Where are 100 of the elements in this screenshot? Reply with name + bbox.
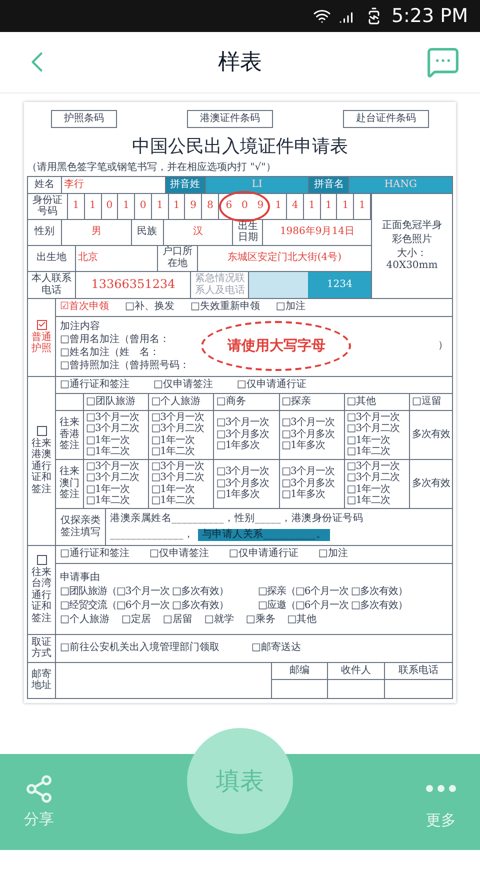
checkbox-option[interactable]: □团队旅游（□3个月一次 □多次有效） [60, 586, 250, 598]
checkbox[interactable] [36, 426, 46, 436]
checkbox-option[interactable]: □其他 [346, 396, 376, 408]
checkbox-option[interactable]: □通行证和签注 [60, 378, 130, 391]
id-digit: 1 [354, 194, 372, 219]
checkbox[interactable] [36, 554, 46, 565]
checkbox-option[interactable]: □曾持照加注（曾持照号码： [60, 360, 190, 372]
checkbox-option[interactable]: □3个月一次 [151, 460, 212, 472]
checkbox-option[interactable]: □个人旅游 [60, 614, 110, 626]
checkbox-option[interactable]: □1年多次 [216, 440, 277, 452]
checkbox-option[interactable]: □1年二次 [151, 495, 212, 507]
checkbox-option[interactable]: □1年一次 [346, 484, 407, 496]
checkbox-option[interactable]: □仅申请签注 [153, 378, 213, 391]
checkbox-option[interactable]: □探亲 [282, 396, 312, 408]
id-digit: 0 [240, 199, 249, 214]
checkbox-option[interactable]: □经贸交流（□6个月一次 □多次有效） [60, 600, 250, 612]
checkbox-option[interactable]: □3个月一次 [86, 412, 146, 424]
checkbox-option[interactable]: □1年一次 [151, 434, 212, 446]
checkbox-option[interactable]: □通行证和签注 [60, 548, 130, 560]
checkbox-option[interactable]: □1年二次 [86, 446, 146, 458]
checkbox-option[interactable]: □3个月多次 [216, 478, 277, 490]
checkbox-option[interactable]: □3个月一次 [216, 466, 277, 478]
checkbox-option[interactable]: □个人旅游 [151, 396, 201, 408]
checkbox-option[interactable]: □其他 [287, 614, 317, 626]
checkbox-option[interactable]: ☑首次申领 [60, 301, 109, 314]
field-value: 东城区安定门北大街(4号) [227, 252, 342, 264]
checkbox-option[interactable]: □1年一次 [151, 484, 212, 496]
checkbox-option[interactable]: □3个月二次 [151, 472, 212, 484]
checkbox-option[interactable]: □3个月多次 [282, 478, 342, 490]
fill-in-line: ______________， [110, 528, 194, 541]
field-value: 1234 [326, 278, 352, 291]
checkbox-option[interactable]: □姓名加注（姓 名： [60, 346, 190, 359]
checkbox-option[interactable]: □补、换发 [125, 301, 174, 314]
checkbox-option[interactable]: □乘务 [246, 614, 276, 626]
checkbox-option[interactable]: □商务 [216, 396, 246, 408]
checkbox-option[interactable]: □3个月一次 [346, 460, 407, 472]
checkbox-option[interactable]: □1年多次 [282, 440, 342, 452]
checkbox-option[interactable]: □就学 [204, 614, 234, 626]
section-heading: 加注内容 [60, 320, 100, 333]
checkbox-option[interactable]: □失效重新申领 [190, 301, 260, 314]
checkbox-option[interactable]: □3个月一次 [86, 460, 146, 472]
checkbox-option[interactable]: □邮寄送达 [251, 642, 301, 654]
form-title: 中国公民出入境证件申请表 [131, 136, 349, 158]
checkbox-option[interactable]: □3个月多次 [216, 428, 277, 440]
checkbox-option[interactable]: □3个月二次 [151, 423, 212, 435]
checkbox-option[interactable]: □居留 [162, 614, 192, 626]
field-value: 13366351234 [91, 277, 176, 292]
checkbox-option[interactable]: □1年一次 [86, 484, 146, 496]
id-digit: 9 [256, 199, 265, 214]
section-heading: 申请事由 [60, 572, 101, 584]
checkbox-option[interactable]: □3个月二次 [346, 423, 407, 435]
checkbox-option[interactable]: □加注 [318, 548, 348, 560]
page-title: 样表 [218, 48, 262, 76]
share-icon [24, 774, 54, 804]
checkbox-option[interactable]: □定居 [121, 614, 151, 626]
checkbox-option[interactable]: □3个月二次 [86, 423, 146, 435]
checkbox-option[interactable]: □1年二次 [151, 446, 212, 458]
barcode-field: 护照条码 [51, 110, 117, 128]
checkbox-option[interactable]: □探亲（□6个月一次 □多次有效） [258, 586, 448, 598]
checkbox-option[interactable]: □3个月二次 [346, 472, 407, 484]
checkbox-option[interactable]: □仅申请通行证 [228, 548, 298, 560]
checkbox-option[interactable]: □3个月一次 [282, 417, 342, 429]
field-label: 户口所在地 [161, 246, 194, 270]
checkbox-option[interactable]: □3个月一次 [151, 412, 212, 424]
checkbox-option[interactable]: □3个月一次 [216, 417, 277, 429]
checkbox-option[interactable]: □仅申请签注 [149, 548, 209, 560]
row-label: 往来澳门签注 [60, 466, 80, 501]
cell-text: 多次有效 [412, 428, 450, 440]
field-value: 李行 [64, 178, 84, 191]
photo-note: 大小：40X30mm [385, 248, 439, 272]
photo-note: 彩色照片 [392, 234, 432, 246]
checkbox-option[interactable]: □3个月二次 [86, 472, 146, 484]
status-time: 5:23 PM [391, 4, 468, 29]
barcode-field: 港澳证件条码 [187, 110, 273, 128]
checkbox-option[interactable]: □仅申请通行证 [236, 378, 306, 391]
checkbox-option[interactable]: □1年一次 [86, 434, 146, 446]
checkbox-option[interactable]: □1年一次 [346, 434, 407, 446]
checkbox-option[interactable]: □3个月多次 [282, 428, 342, 440]
checkbox-option[interactable]: □曾用名加注（曾用名： [60, 334, 190, 346]
checkbox-option[interactable]: □3个月一次 [346, 412, 407, 424]
checkbox-option[interactable]: □加注 [276, 301, 306, 314]
id-digit: 4 [287, 194, 304, 219]
id-digit: 8 [202, 194, 220, 219]
checkbox-option[interactable]: □1年二次 [346, 495, 407, 507]
column-header: 收件人 [340, 664, 371, 677]
field-label: 民族 [137, 226, 158, 238]
field-value: LI [252, 178, 262, 191]
checkbox-option[interactable]: □1年二次 [346, 446, 407, 458]
checkbox-option[interactable]: □应邀（□6个月一次 □多次有效） [258, 600, 448, 612]
checkbox-option[interactable]: □逗留 [412, 396, 442, 408]
checkbox-option[interactable]: □3个月一次 [282, 466, 342, 478]
checkbox[interactable] [36, 320, 46, 330]
checkbox-option[interactable]: □前往公安机关出入境管理部门领取 [60, 642, 220, 654]
id-digit: 1 [304, 194, 321, 219]
checkbox-option[interactable]: □1年二次 [86, 495, 146, 507]
checkbox-option[interactable]: □1年多次 [216, 489, 277, 501]
section-label: 邮寄地址 [32, 668, 52, 692]
checkbox-option[interactable]: □团队旅游 [86, 396, 136, 408]
column-header: 邮编 [290, 664, 310, 677]
checkbox-option[interactable]: □1年多次 [282, 489, 342, 501]
